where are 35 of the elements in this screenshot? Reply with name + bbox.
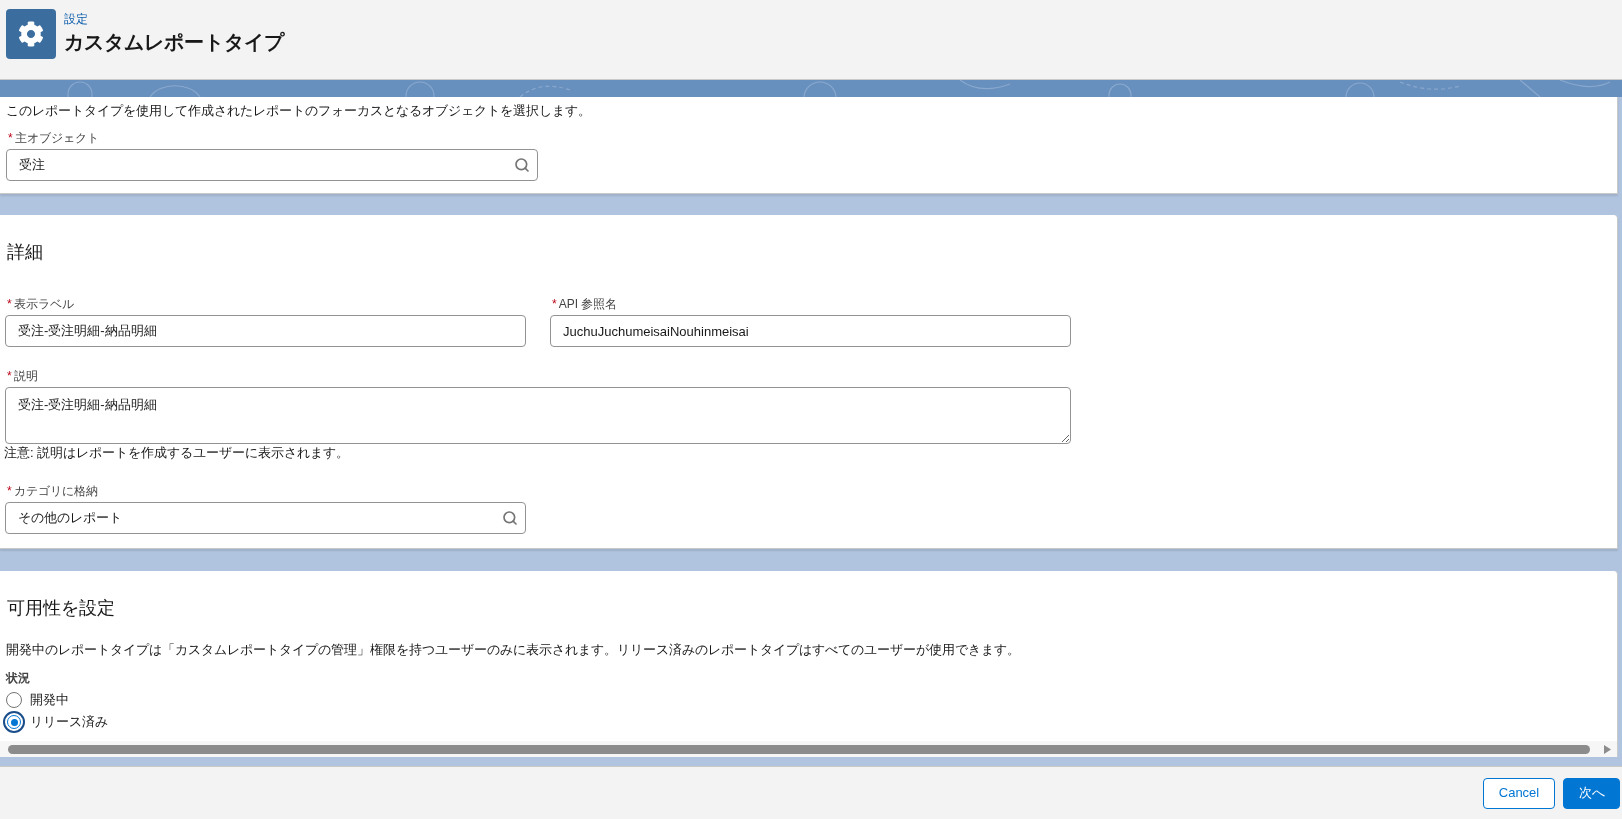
scroll-right-icon[interactable]: [1604, 744, 1611, 754]
lookup-field[interactable]: その他のレポート: [5, 502, 526, 534]
field-label: 主オブジェクト: [14, 130, 99, 146]
field-label: カテゴリに格納: [13, 483, 98, 499]
text-input-field[interactable]: 受注-受注明細-納品明細: [5, 315, 526, 347]
cancel-button[interactable]: Cancel: [1483, 777, 1555, 809]
section-description: このレポートタイプを使用して作成されたレポートのフォーカスとなるオブジェクトを選択します。: [6, 102, 592, 120]
section-description: 開発中のレポートタイプは「カスタムレポートタイプの管理」権限を持つユーザーのみに表示されます。リリース済みのレポートタイプはすべてのユーザーが使用できます。: [5, 641, 1021, 659]
settings-icon: [6, 9, 56, 59]
required-mark: *: [8, 130, 13, 146]
field-label: 表示ラベル: [13, 296, 74, 312]
radio-label[interactable]: リリース済み: [30, 713, 108, 731]
page-title: カスタムレポートタイプ: [64, 30, 284, 55]
required-mark: *: [552, 296, 557, 312]
lookup-field[interactable]: 受注: [6, 149, 538, 181]
description-textarea[interactable]: 受注-受注明細-納品明細: [5, 387, 1071, 444]
section-heading: 詳細: [6, 241, 44, 264]
breadcrumb-link[interactable]: 設定: [64, 11, 284, 27]
help-text: 注意: 説明はレポートを作成するユーザーに表示されます。: [4, 444, 351, 462]
radio-button[interactable]: [3, 711, 25, 733]
text-input-field[interactable]: JuchuJuchumeisaiNouhinmeisai: [550, 315, 1071, 347]
scrollbar-thumb[interactable]: [8, 744, 1590, 754]
section-heading: 可用性を設定: [6, 597, 116, 620]
search-icon[interactable]: [502, 510, 518, 526]
required-mark: *: [7, 296, 12, 312]
required-mark: *: [7, 483, 12, 499]
required-mark: *: [7, 368, 12, 384]
radio-label[interactable]: 開発中: [30, 691, 69, 709]
search-icon[interactable]: [514, 157, 530, 173]
field-label: 説明: [13, 368, 38, 384]
field-label: API 参照名: [558, 296, 618, 312]
status-label: 状況: [4, 670, 31, 687]
next-button[interactable]: 次へ: [1563, 777, 1620, 809]
radio-button[interactable]: [6, 692, 22, 708]
horizontal-scrollbar[interactable]: [0, 741, 1617, 757]
